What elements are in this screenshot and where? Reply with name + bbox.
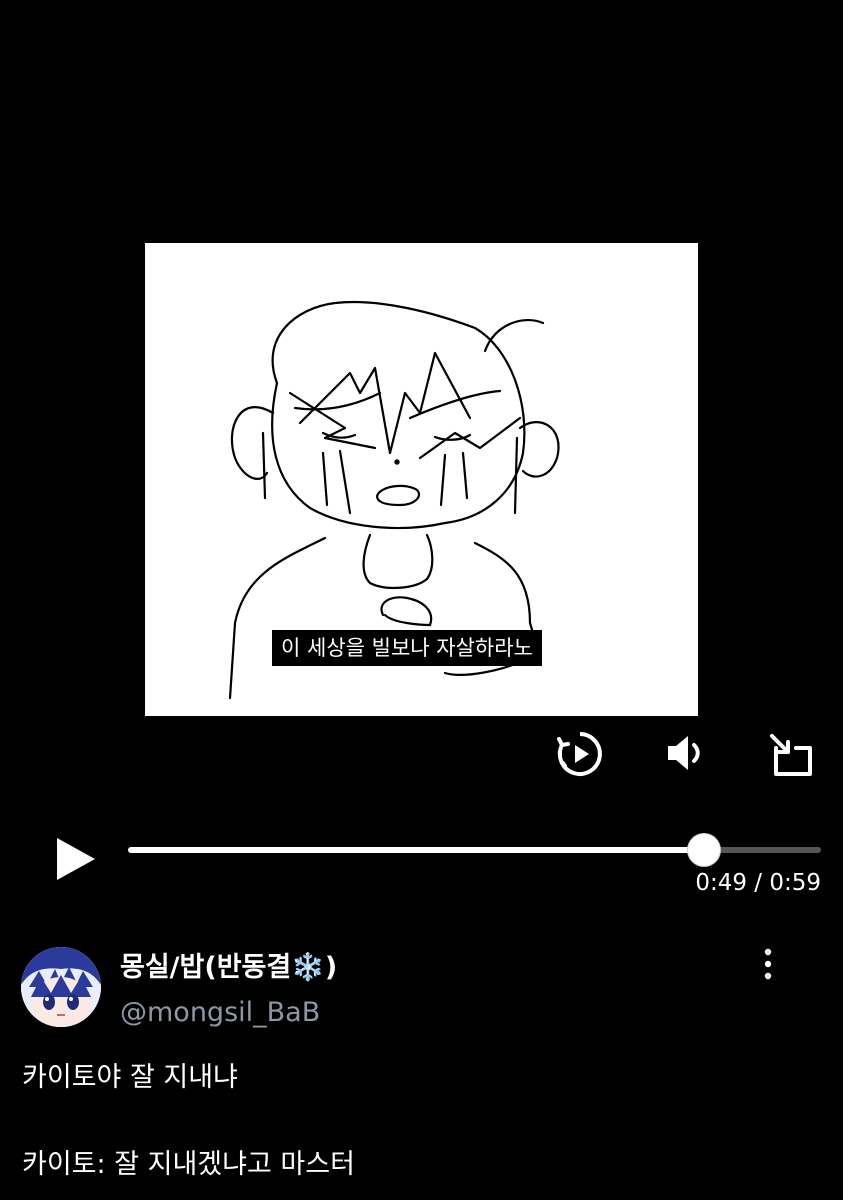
progress-bar[interactable]	[128, 834, 821, 866]
more-vertical-icon[interactable]	[755, 946, 781, 982]
popout-icon[interactable]	[768, 732, 816, 778]
user-handle[interactable]: @mongsil_BaB	[120, 997, 320, 1028]
play-icon[interactable]	[52, 834, 100, 884]
time-readout: 0:49 / 0:59	[695, 870, 821, 896]
video-player[interactable]: 이 세상을 빌보나 자살하라노	[145, 243, 698, 716]
tweet-text-line: 카이토야 잘 지내냐	[22, 1062, 238, 1093]
progress-fill	[128, 847, 704, 853]
replay-circle-icon[interactable]	[556, 730, 604, 778]
avatar[interactable]	[21, 947, 101, 1027]
display-name[interactable]: 몽실/밥(반동결❄️)	[120, 945, 337, 984]
tweet-text-line: 카이토: 잘 지내겠냐고 마스터	[22, 1149, 355, 1180]
volume-icon[interactable]	[664, 732, 708, 774]
progress-scrubber[interactable]	[687, 834, 720, 866]
video-subtitle: 이 세상을 빌보나 자살하라노	[272, 630, 542, 666]
